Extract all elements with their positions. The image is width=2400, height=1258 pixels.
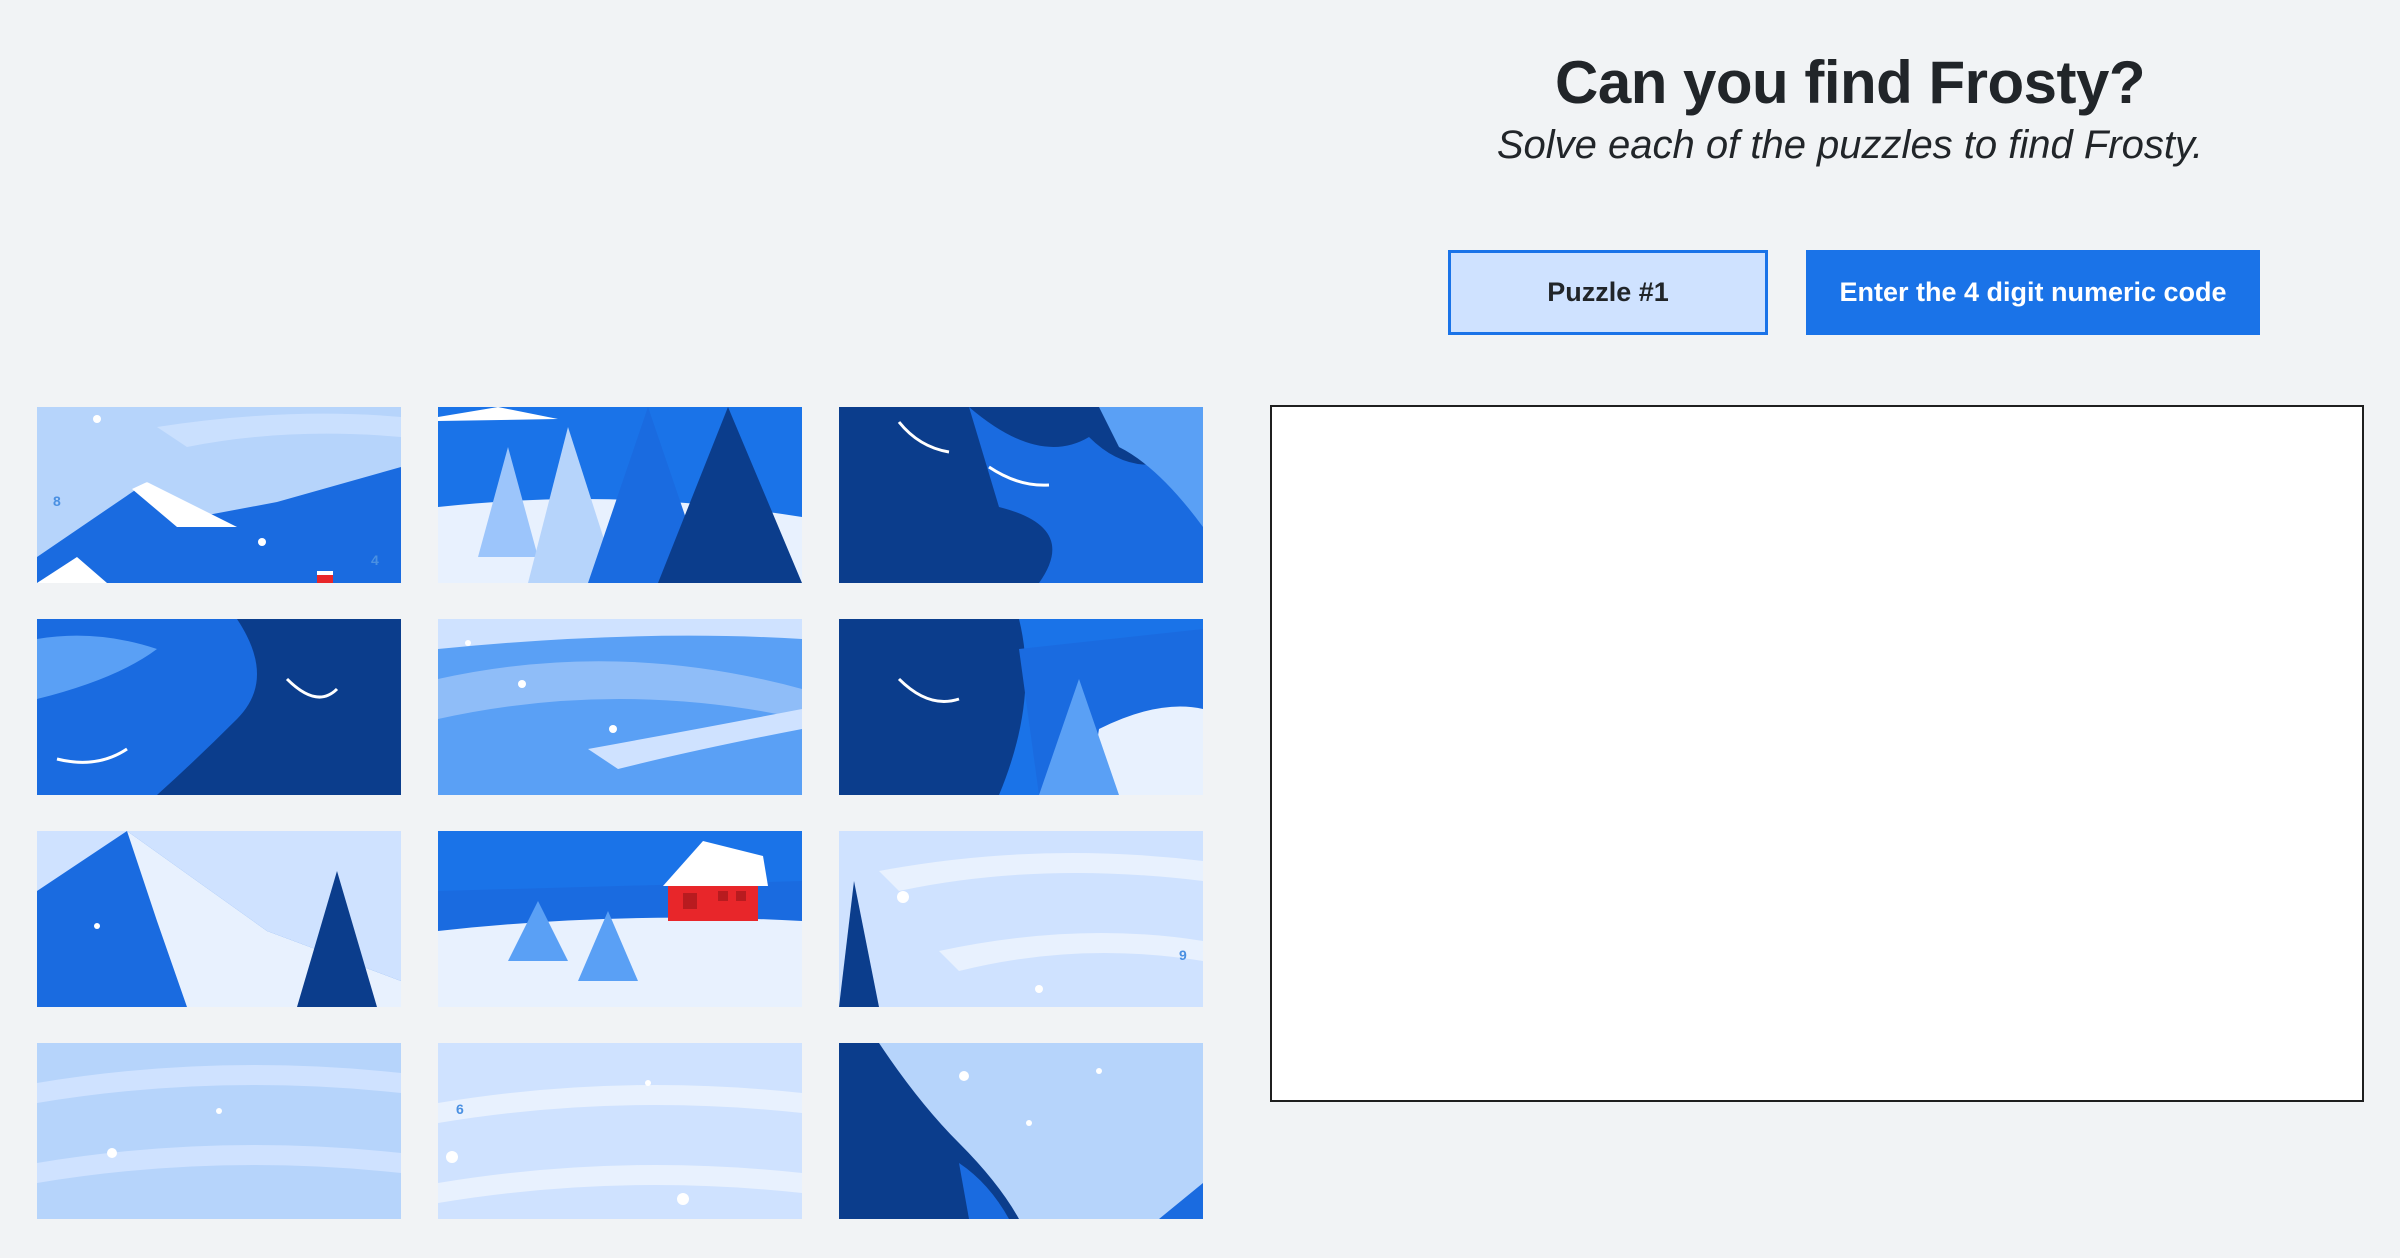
- puzzle-tile-5[interactable]: [438, 619, 802, 795]
- hidden-digit: 8: [53, 493, 61, 509]
- enter-code-button[interactable]: Enter the 4 digit numeric code: [1806, 250, 2260, 335]
- page-title: Can you find Frosty?: [1555, 49, 2146, 116]
- forest-scene-image: [839, 619, 1203, 795]
- dark-forest-image: [839, 407, 1203, 583]
- puzzle-tile-6[interactable]: [839, 619, 1203, 795]
- puzzle-tile-10[interactable]: [37, 1043, 401, 1219]
- red-cabin-scene-image: [438, 831, 802, 1007]
- snowy-sky-image: [839, 831, 1203, 1007]
- forest-scene-image: [839, 1043, 1203, 1219]
- snowy-sky-image: [438, 619, 802, 795]
- puzzle-tile-3[interactable]: [839, 407, 1203, 583]
- hidden-digit: 6: [456, 1101, 464, 1117]
- snowy-sky-image: [37, 1043, 401, 1219]
- puzzle-tile-7[interactable]: [37, 831, 401, 1007]
- puzzle-tile-11[interactable]: 6: [438, 1043, 802, 1219]
- mountain-scene-image: [37, 407, 401, 583]
- puzzle-tile-4[interactable]: [37, 619, 401, 795]
- puzzle-tile-9[interactable]: 9: [839, 831, 1203, 1007]
- puzzle-assembly-area[interactable]: [1270, 405, 2364, 1102]
- hidden-digit: 9: [1179, 947, 1187, 963]
- page-subtitle: Solve each of the puzzles to find Frosty…: [1496, 123, 2204, 167]
- puzzle-number-button[interactable]: Puzzle #1: [1448, 250, 1768, 335]
- page-header: Can you find Frosty? Solve each of the p…: [1350, 48, 2350, 170]
- puzzle-tile-1[interactable]: 8 4: [37, 407, 401, 583]
- mountain-scene-image: [37, 831, 401, 1007]
- puzzle-tile-8[interactable]: [438, 831, 802, 1007]
- dark-forest-image: [37, 619, 401, 795]
- puzzle-tile-2[interactable]: [438, 407, 802, 583]
- forest-scene-image: [438, 407, 802, 583]
- puzzle-tile-12[interactable]: [839, 1043, 1203, 1219]
- snowy-sky-image: [438, 1043, 802, 1219]
- hidden-digit: 4: [371, 552, 379, 568]
